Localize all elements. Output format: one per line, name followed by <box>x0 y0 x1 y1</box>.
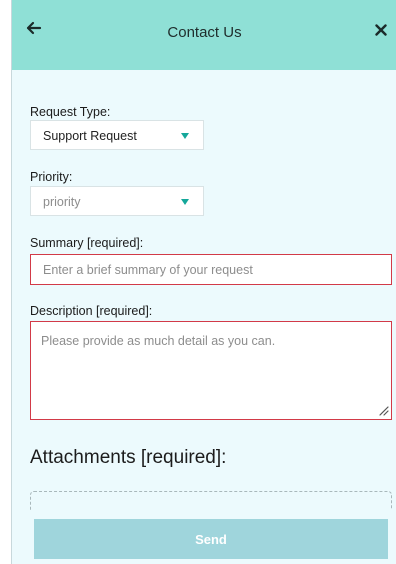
form-footer: Send <box>12 510 396 564</box>
priority-placeholder: priority <box>43 195 81 209</box>
chevron-down-icon <box>181 199 189 205</box>
summary-label: Summary [required]: <box>30 236 144 250</box>
description-textarea[interactable] <box>30 321 392 420</box>
priority-label: Priority: <box>30 170 73 184</box>
attachments-heading: Attachments [required]: <box>30 447 227 468</box>
resize-handle-icon[interactable] <box>379 406 389 416</box>
page-title: Contact Us <box>167 24 242 41</box>
contact-us-panel: Contact Us Request Type: Support Request… <box>11 0 396 564</box>
summary-input[interactable] <box>30 254 392 285</box>
chevron-down-icon <box>181 133 189 139</box>
header-bar: Contact Us <box>12 0 396 70</box>
request-type-label: Request Type: <box>30 105 111 119</box>
description-label: Description [required]: <box>30 304 153 318</box>
priority-select[interactable]: priority <box>30 186 204 216</box>
send-button[interactable]: Send <box>34 519 388 559</box>
request-type-value: Support Request <box>43 129 137 143</box>
request-type-select[interactable]: Support Request <box>30 120 204 150</box>
close-icon[interactable] <box>375 24 387 36</box>
